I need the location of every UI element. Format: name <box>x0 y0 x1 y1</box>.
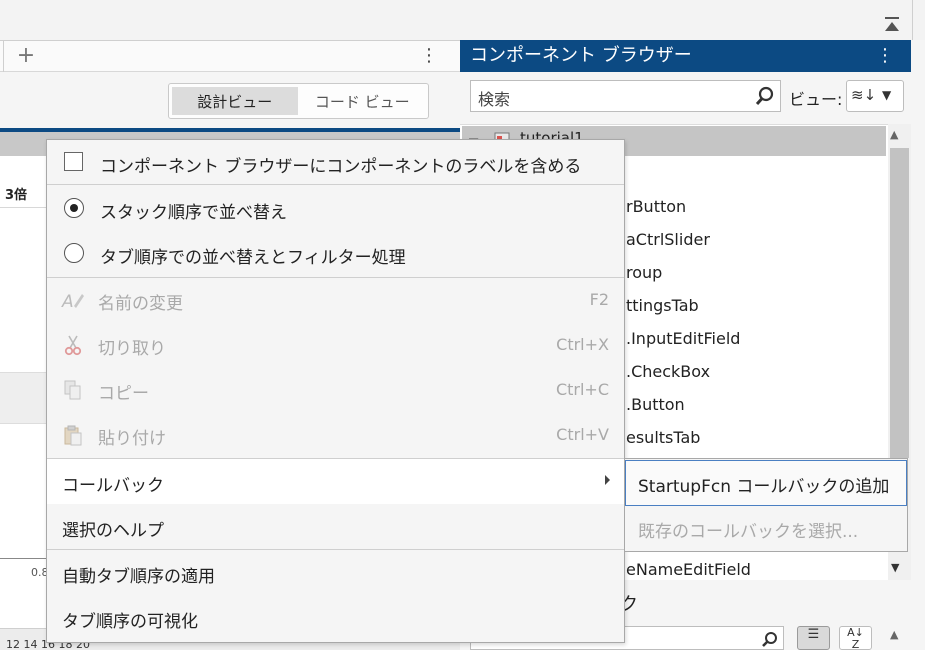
menu-item-rename[interactable]: A 名前の変更 F2 <box>47 277 624 322</box>
include-labels-checkbox[interactable] <box>64 152 83 171</box>
tree-item[interactable]: roup <box>626 263 662 282</box>
scissors-icon <box>61 333 85 357</box>
component-search-input[interactable] <box>470 80 781 112</box>
menu-item-label: タブ順序での並べ替えとフィルター処理 <box>100 248 406 268</box>
collapse-toolstrip-icon[interactable] <box>881 14 903 36</box>
menu-item-include-labels[interactable]: コンポーネント ブラウザーにコンポーネントのラベルを含める <box>47 140 624 185</box>
chevron-down-icon: ▼ <box>882 88 892 102</box>
zoom-label: 3倍 <box>5 188 28 203</box>
search-icon[interactable] <box>754 84 776 108</box>
search-icon[interactable] <box>760 630 780 650</box>
clipboard-icon <box>61 423 85 447</box>
submenu-arrow-icon <box>605 475 610 485</box>
menu-item-sort-stack[interactable]: スタック順序で並べ替え <box>47 186 624 231</box>
tree-item[interactable]: .CheckBox <box>626 362 710 381</box>
divider <box>912 0 913 40</box>
component-search-placeholder: 検索 <box>478 90 511 109</box>
scroll-up-icon[interactable]: ▲ <box>890 128 898 141</box>
sort-tab-radio[interactable] <box>64 243 84 263</box>
sort-alphabetical-icon[interactable]: A↓ Z <box>839 626 872 650</box>
copy-icon <box>61 378 85 402</box>
add-tab-plus-icon[interactable]: + <box>14 43 38 69</box>
menu-item-label: 名前の変更 <box>98 294 183 314</box>
view-toggle: 設計ビュー コード ビュー <box>168 83 429 119</box>
menu-item-shortcut: Ctrl+V <box>556 425 609 444</box>
menu-item-shortcut: Ctrl+X <box>556 335 609 354</box>
code-view-button[interactable]: コード ビュー <box>300 87 426 115</box>
design-view-button[interactable]: 設計ビュー <box>172 87 298 115</box>
menu-item-label: コンポーネント ブラウザーにコンポーネントのラベルを含める <box>100 157 582 177</box>
tree-item[interactable]: aCtrlSlider <box>626 230 710 249</box>
menu-item-label: スタック順序で並べ替え <box>100 203 287 223</box>
scroll-down-icon[interactable]: ▼ <box>891 561 899 574</box>
component-browser-title: コンポーネント ブラウザー <box>470 45 692 66</box>
tree-item[interactable]: .InputEditField <box>626 329 740 348</box>
submenu-item-select-existing[interactable]: 既存のコールバックを選択... <box>638 517 858 542</box>
menu-item-sort-tab[interactable]: タブ順序での並べ替えとフィルター処理 <box>47 231 624 276</box>
document-tab[interactable] <box>0 40 4 72</box>
component-browser-options-icon[interactable]: ⋮ <box>876 44 894 68</box>
tree-item[interactable]: rButton <box>626 197 686 216</box>
menu-item-shortcut: Ctrl+C <box>555 380 609 399</box>
menu-item-auto-tab-order[interactable]: 自動タブ順序の適用 <box>47 550 624 595</box>
menu-item-label: 自動タブ順序の適用 <box>62 567 215 587</box>
axis-line <box>0 558 47 559</box>
scroll-up-icon[interactable]: ▲ <box>890 628 898 641</box>
svg-text:A: A <box>61 292 74 312</box>
document-tab-strip <box>0 40 460 72</box>
menu-item-callback[interactable]: コールバック <box>47 459 624 504</box>
tree-item[interactable]: esultsTab <box>626 428 700 447</box>
menu-item-label: 切り取り <box>98 339 166 359</box>
menu-item-shortcut: F2 <box>589 290 609 309</box>
tree-item[interactable]: ttingsTab <box>626 296 699 315</box>
canvas-component[interactable] <box>0 372 47 424</box>
tree-item[interactable]: eNameEditField <box>626 560 751 579</box>
menu-item-label: コピー <box>98 384 149 404</box>
menu-item-cut[interactable]: 切り取り Ctrl+X <box>47 322 624 367</box>
scrollbar-thumb[interactable] <box>890 148 909 458</box>
tree-item[interactable]: .Button <box>626 395 685 414</box>
menu-item-help[interactable]: 選択のヘルプ <box>47 504 624 549</box>
view-label: ビュー: <box>789 90 843 109</box>
menu-item-label: 選択のヘルプ <box>62 521 164 541</box>
group-view-button[interactable]: ☰ <box>797 626 830 650</box>
menu-item-label: 貼り付け <box>98 429 166 449</box>
tree-view-icon: ≋↓ <box>851 86 877 104</box>
menu-item-label: コールバック <box>62 476 164 496</box>
menu-item-copy[interactable]: コピー Ctrl+C <box>47 367 624 412</box>
menu-item-paste[interactable]: 貼り付け Ctrl+V <box>47 412 624 457</box>
top-toolbar-strip <box>0 0 925 40</box>
submenu-item-label: StartupFcn コールバックの追加 <box>638 477 890 497</box>
sort-stack-radio[interactable] <box>64 198 84 218</box>
menu-item-show-tab-order[interactable]: タブ順序の可視化 <box>47 595 624 640</box>
tabs-more-options-icon[interactable]: ⋮ <box>420 44 438 68</box>
rename-icon: A <box>61 288 85 312</box>
menu-separator <box>47 184 624 185</box>
menu-item-label: タブ順序の可視化 <box>62 612 198 632</box>
